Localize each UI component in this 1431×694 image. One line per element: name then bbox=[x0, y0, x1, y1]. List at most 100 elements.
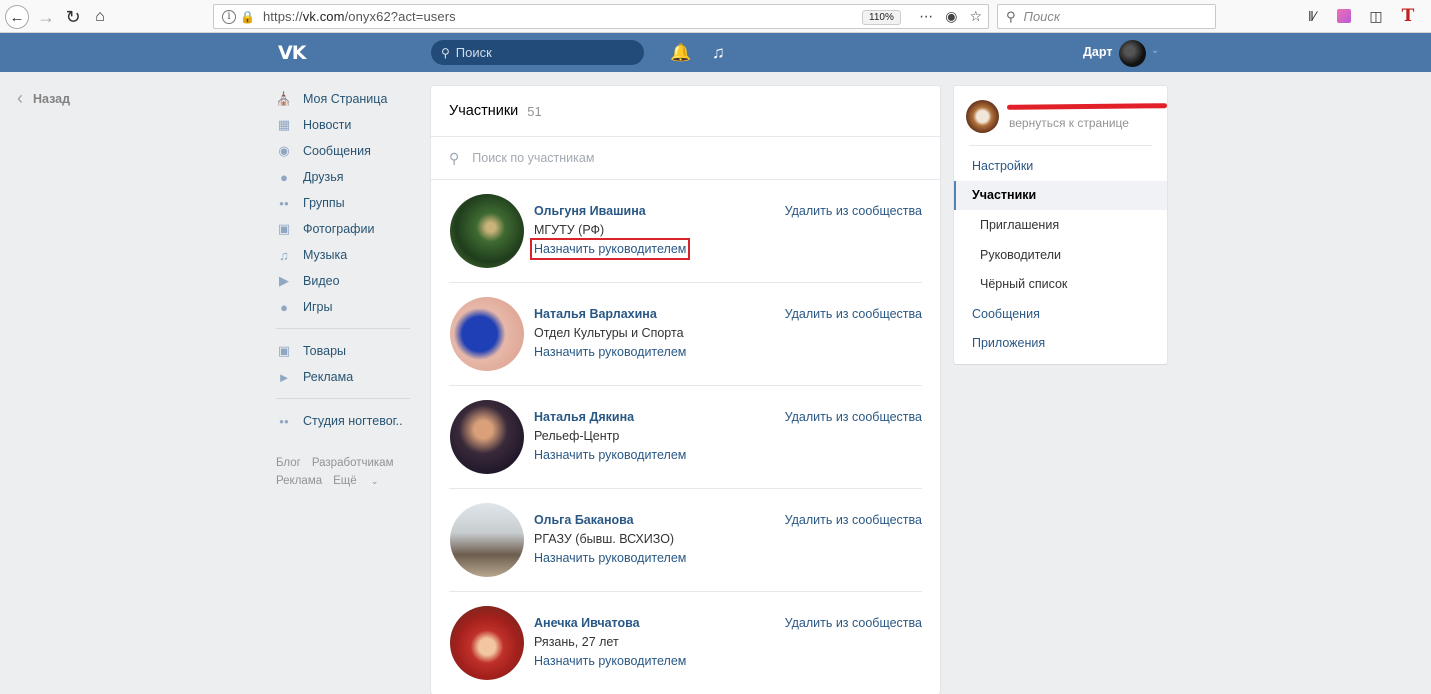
back-label: Назад bbox=[33, 91, 71, 106]
members-search-input[interactable]: ⚲ Поиск по участникам bbox=[431, 137, 940, 180]
settings-menu-item[interactable]: Настройки bbox=[954, 151, 1167, 181]
left-menu-item[interactable]: ⛪ Моя Страница bbox=[276, 86, 410, 112]
info-icon[interactable]: i bbox=[222, 9, 236, 24]
settings-menu-item[interactable]: Приглашения bbox=[954, 210, 1167, 240]
community-avatar[interactable] bbox=[966, 100, 999, 133]
bookmark-star-icon[interactable]: ☆ bbox=[969, 8, 982, 25]
member-info: Отдел Культуры и Спорта bbox=[534, 326, 684, 340]
member-name[interactable]: Наталья Варлахина bbox=[534, 307, 657, 321]
chevron-left-icon: ‹ bbox=[17, 88, 23, 108]
assign-manager-link[interactable]: Назначить руководителем bbox=[534, 448, 686, 462]
more-actions-icon[interactable]: ⋯ bbox=[919, 8, 933, 25]
members-header: Участники 51 bbox=[431, 86, 940, 137]
goods-icon: ▣ bbox=[277, 343, 291, 358]
member-name[interactable]: Ольгуня Ивашина bbox=[534, 204, 646, 218]
members-search-placeholder: Поиск по участникам bbox=[472, 151, 595, 165]
left-menu-item[interactable]: ► Реклама bbox=[276, 364, 410, 390]
lock-icon: 🔒 bbox=[240, 9, 255, 24]
forward-arrow-icon[interactable]: → bbox=[34, 5, 58, 29]
member-avatar[interactable] bbox=[450, 606, 524, 680]
reload-icon[interactable]: ↻ bbox=[61, 5, 85, 29]
chevron-down-icon[interactable]: ⌄ bbox=[1151, 45, 1159, 56]
assign-manager-link[interactable]: Назначить руководителем bbox=[534, 654, 686, 668]
assign-manager-link[interactable]: Назначить руководителем bbox=[534, 345, 686, 359]
settings-menu-item[interactable]: Чёрный список bbox=[954, 269, 1167, 299]
settings-menu-item[interactable]: Приложения bbox=[954, 329, 1167, 359]
member-name[interactable]: Наталья Дякина bbox=[534, 410, 634, 424]
settings-menu-item[interactable]: Руководители bbox=[954, 240, 1167, 270]
left-menu: ⛪ Моя Страница ▦ Новости ◉ Сообщения ● Друзья ●●… bbox=[276, 86, 410, 490]
user-name[interactable]: Дарт bbox=[1083, 45, 1112, 59]
news-icon: ▦ bbox=[277, 117, 291, 132]
address-bar[interactable]: i 🔒 https://vk.com/onyx62?act=users 110%… bbox=[213, 4, 989, 29]
music-icon[interactable]: ♫ bbox=[712, 43, 725, 63]
left-menu-item[interactable]: ◉ Сообщения bbox=[276, 138, 410, 164]
sidebar-icon[interactable]: ◫ bbox=[1367, 7, 1385, 25]
games-icon: ● bbox=[280, 299, 288, 315]
members-count: 51 bbox=[527, 103, 542, 119]
return-to-page-link[interactable]: вернуться к странице bbox=[1009, 116, 1129, 130]
assign-manager-link[interactable]: Назначить руководителем bbox=[529, 238, 691, 260]
footer-link-ads[interactable]: Реклама bbox=[276, 475, 322, 487]
extension-icon[interactable] bbox=[1335, 7, 1353, 25]
groups-icon: ●● bbox=[279, 198, 289, 208]
browser-search-input[interactable]: ⚲ Поиск bbox=[997, 4, 1216, 29]
community-settings-menu: вернуться к странице Настройки Участники П… bbox=[954, 86, 1168, 364]
left-menu-item[interactable]: ▶ Видео bbox=[276, 268, 410, 294]
remove-member-link[interactable]: Удалить из сообщества bbox=[785, 204, 922, 218]
assign-manager-link[interactable]: Назначить руководителем bbox=[534, 551, 686, 565]
left-menu-item-label: Студия ногтевог.. bbox=[303, 414, 403, 428]
left-menu-item[interactable]: ▣ Товары bbox=[276, 338, 410, 364]
footer-link-more[interactable]: Ещё ⌄ bbox=[333, 475, 389, 487]
community-info: вернуться к странице bbox=[966, 86, 1168, 146]
left-menu-item[interactable]: ●● Студия ногтевог.. bbox=[276, 408, 410, 434]
left-menu-item[interactable]: ● Друзья bbox=[276, 164, 410, 190]
friends-icon: ● bbox=[280, 169, 288, 185]
remove-member-link[interactable]: Удалить из сообщества bbox=[785, 410, 922, 424]
member-avatar[interactable] bbox=[450, 297, 524, 371]
member-name[interactable]: Анечка Ивчатова bbox=[534, 616, 640, 630]
user-avatar[interactable] bbox=[1119, 40, 1146, 67]
pocket-icon[interactable]: ◉ bbox=[945, 8, 957, 25]
member-info: МГУТУ (РФ) bbox=[534, 223, 605, 237]
home-icon[interactable]: ⌂ bbox=[88, 5, 112, 29]
back-arrow-icon[interactable]: ← bbox=[5, 5, 29, 29]
vk-search-input[interactable]: ⚲ Поиск bbox=[431, 40, 644, 65]
left-menu-item-label: Музыка bbox=[303, 248, 348, 262]
member-avatar[interactable] bbox=[450, 503, 524, 577]
member-name[interactable]: Ольга Баканова bbox=[534, 513, 634, 527]
settings-menu-item[interactable]: Участники bbox=[954, 180, 1167, 211]
search-icon: ⚲ bbox=[449, 149, 460, 166]
left-menu-item-label: Игры bbox=[303, 300, 333, 314]
left-menu-item-label: Фотографии bbox=[303, 222, 375, 236]
member-row: Ольгуня Ивашина МГУТУ (РФ) Назначить руков… bbox=[449, 180, 922, 283]
footer-link-blog[interactable]: Блог bbox=[276, 457, 301, 469]
left-menu-item[interactable]: ♫ Музыка bbox=[276, 242, 410, 268]
ads-icon: ► bbox=[277, 369, 291, 385]
left-menu-item[interactable]: ▦ Новости bbox=[276, 112, 410, 138]
photos-icon: ▣ bbox=[277, 221, 291, 236]
left-menu-item[interactable]: ● Игры bbox=[276, 294, 410, 320]
notifications-bell-icon[interactable]: 🔔 bbox=[670, 43, 691, 63]
left-menu-item[interactable]: ▣ Фотографии bbox=[276, 216, 410, 242]
vk-logo-icon[interactable]: VK bbox=[278, 42, 309, 64]
remove-member-link[interactable]: Удалить из сообщества bbox=[785, 616, 922, 630]
video-icon: ▶ bbox=[279, 273, 289, 288]
back-link[interactable]: ‹ Назад bbox=[17, 88, 70, 109]
left-menu-item-label: Группы bbox=[303, 196, 345, 210]
library-icon[interactable]: ‖∕ bbox=[1303, 7, 1321, 25]
zoom-level[interactable]: 110% bbox=[862, 10, 901, 25]
left-menu-item-label: Моя Страница bbox=[303, 92, 388, 106]
chevron-down-icon: ⌄ bbox=[370, 476, 379, 486]
remove-member-link[interactable]: Удалить из сообщества bbox=[785, 513, 922, 527]
settings-menu-item[interactable]: Сообщения bbox=[954, 299, 1167, 329]
left-menu-item-label: Видео bbox=[303, 274, 340, 288]
page-title: Участники bbox=[449, 103, 519, 119]
translate-icon[interactable]: T bbox=[1399, 6, 1417, 26]
remove-member-link[interactable]: Удалить из сообщества bbox=[785, 307, 922, 321]
member-avatar[interactable] bbox=[450, 194, 524, 268]
member-avatar[interactable] bbox=[450, 400, 524, 474]
footer-link-dev[interactable]: Разработчикам bbox=[312, 457, 394, 469]
home-icon: ⛪ bbox=[275, 91, 293, 106]
left-menu-item[interactable]: ●● Группы bbox=[276, 190, 410, 216]
